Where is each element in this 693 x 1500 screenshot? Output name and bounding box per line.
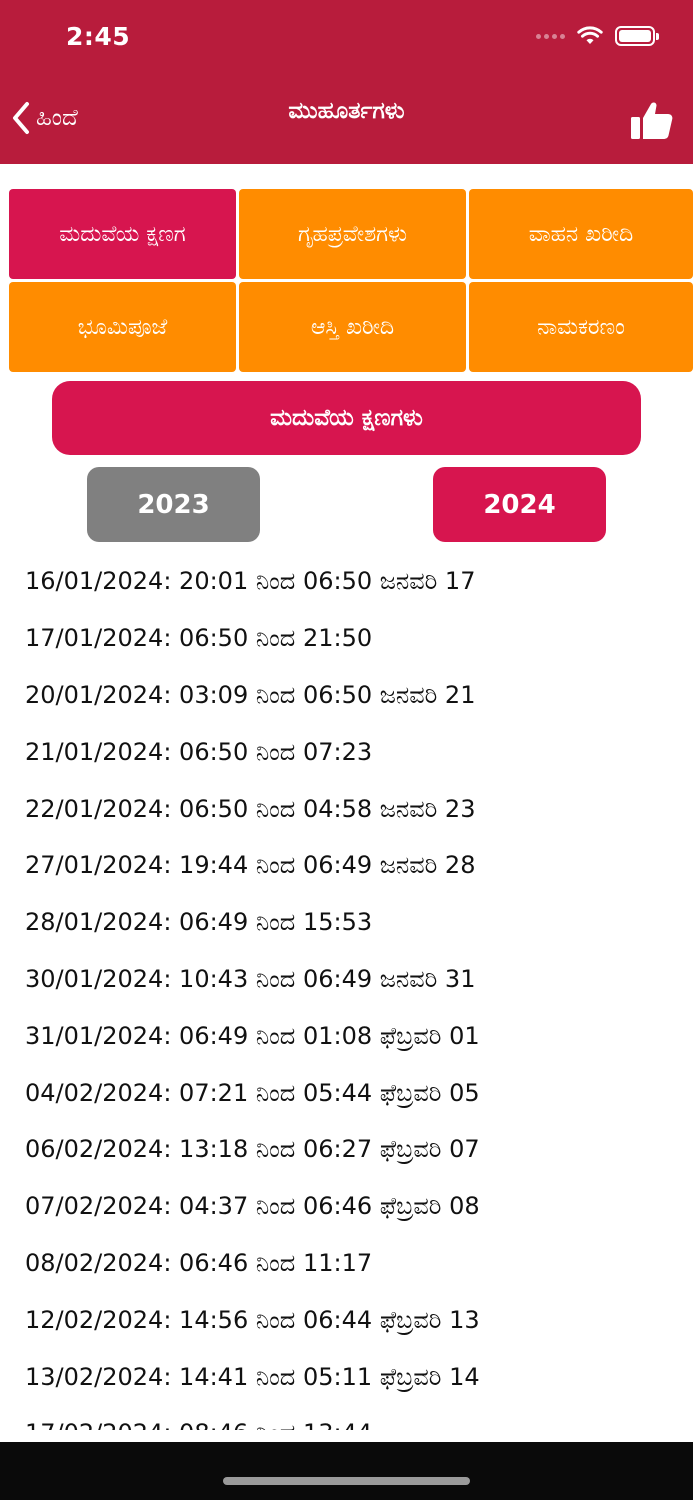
year-2024-button[interactable]: 2024 xyxy=(433,467,606,542)
category-vehicle-purchase[interactable]: ವಾಹನ ಖರೀದಿ xyxy=(469,189,693,279)
category-bhoomi-puja[interactable]: ಭೂಮಿಪೂಜೆ xyxy=(9,282,236,372)
list-item: 07/02/2024: 04:37 ನಿಂದ 06:46 ಫೆಬ್ರವರಿ 08 xyxy=(25,1192,480,1221)
list-item: 06/02/2024: 13:18 ನಿಂದ 06:27 ಫೆಬ್ರವರಿ 07 xyxy=(25,1135,480,1164)
list-item: 20/01/2024: 03:09 ನಿಂದ 06:50 ಜನವರಿ 21 xyxy=(25,680,476,709)
category-property-purchase[interactable]: ಆಸ್ತಿ ಖರೀದಿ xyxy=(239,282,466,372)
list-item: 28/01/2024: 06:49 ನಿಂದ 15:53 xyxy=(25,908,373,937)
page-title: ಮುಹೂರ್ತಗಳು xyxy=(288,98,405,124)
status-time: 2:45 xyxy=(66,22,131,51)
signal-icon xyxy=(536,33,565,39)
like-button[interactable] xyxy=(629,98,675,142)
muhurta-list[interactable]: 16/01/2024: 20:01 ನಿಂದ 06:50 ಜನವರಿ 17 17… xyxy=(0,553,693,1430)
list-item: 08/02/2024: 06:46 ನಿಂದ 11:17 xyxy=(25,1248,373,1277)
list-item: 16/01/2024: 20:01 ನಿಂದ 06:50 ಜನವರಿ 17 xyxy=(25,567,476,596)
list-item: 21/01/2024: 06:50 ನಿಂದ 07:23 xyxy=(25,737,373,766)
list-item: 31/01/2024: 06:49 ನಿಂದ 01:08 ಫೆಬ್ರವರಿ 01 xyxy=(25,1021,480,1050)
category-naming-ceremony[interactable]: ನಾಮಕರಣಂ xyxy=(469,282,693,372)
thumbs-up-icon xyxy=(631,102,673,139)
category-grid: ಮದುವೆಯ ಕ್ಷಣಗ ಗೃಹಪ್ರವೇಶಗಳು ವಾಹನ ಖರೀದಿ ಭೂಮ… xyxy=(9,189,693,372)
wifi-icon xyxy=(577,26,603,44)
list-item: 12/02/2024: 14:56 ನಿಂದ 06:44 ಫೆಬ್ರವರಿ 13 xyxy=(25,1305,480,1334)
bottom-bar xyxy=(0,1442,693,1500)
category-wedding[interactable]: ಮದುವೆಯ ಕ್ಷಣಗ xyxy=(9,189,236,279)
status-icons xyxy=(536,26,659,46)
list-item: 27/01/2024: 19:44 ನಿಂದ 06:49 ಜನವರಿ 28 xyxy=(25,851,476,880)
list-item: 13/02/2024: 14:41 ನಿಂದ 05:11 ಫೆಬ್ರವರಿ 14 xyxy=(25,1362,480,1391)
battery-icon xyxy=(615,26,659,46)
list-item: 04/02/2024: 07:21 ನಿಂದ 05:44 ಫೆಬ್ರವರಿ 05 xyxy=(25,1078,480,1107)
year-2023-button[interactable]: 2023 xyxy=(87,467,260,542)
home-indicator[interactable] xyxy=(223,1477,470,1485)
list-item: 22/01/2024: 06:50 ನಿಂದ 04:58 ಜನವರಿ 23 xyxy=(25,794,476,823)
category-housewarming[interactable]: ಗೃಹಪ್ರವೇಶಗಳು xyxy=(239,189,466,279)
list-item: 17/02/2024: 08:46 ನಿಂದ 13:44 xyxy=(0,1405,693,1430)
list-item: 30/01/2024: 10:43 ನಿಂದ 06:49 ಜನವರಿ 31 xyxy=(25,964,476,993)
list-item: 17/01/2024: 06:50 ನಿಂದ 21:50 xyxy=(25,624,373,653)
section-title: ಮದುವೆಯ ಕ್ಷಣಗಳು xyxy=(52,381,641,455)
app-header: 2:45 ಹಿಂದೆ ಮುಹೂರ್ತಗಳು xyxy=(0,0,693,164)
